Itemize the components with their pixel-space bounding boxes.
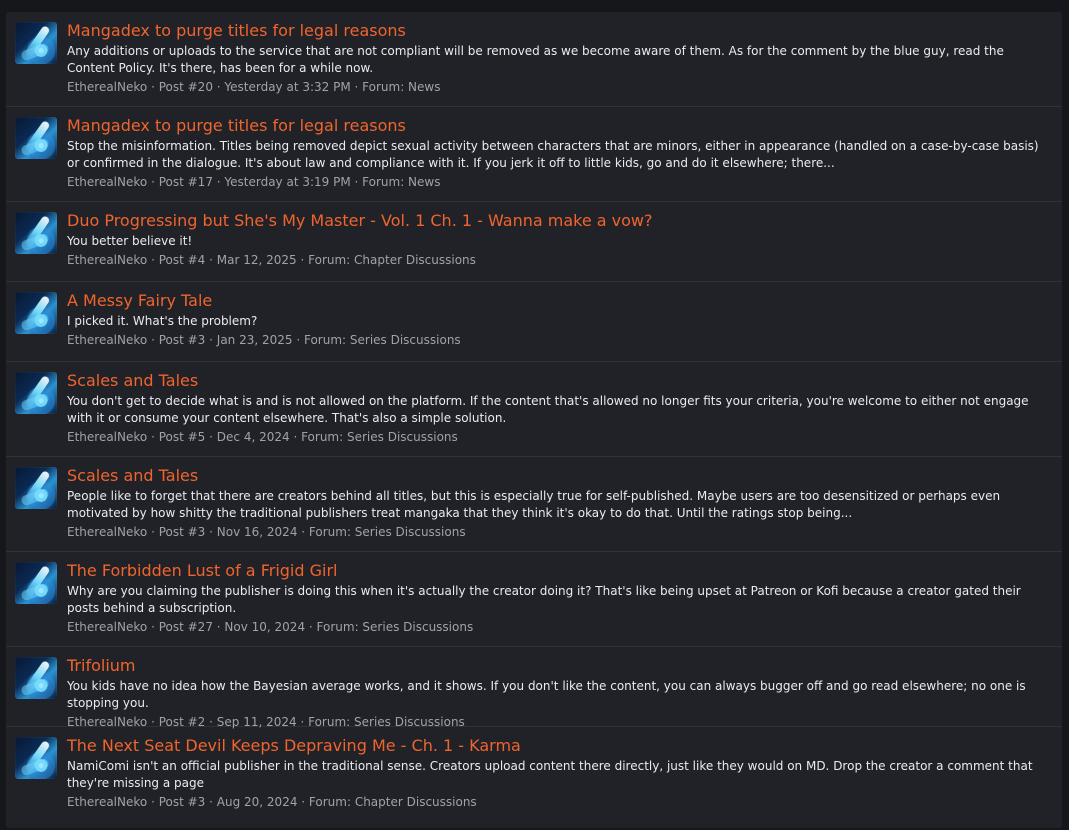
result-title[interactable]: Scales and Tales <box>67 466 1054 485</box>
author-name[interactable]: EtherealNeko <box>67 620 147 634</box>
result-meta: EtherealNeko · Post #5 · Dec 4, 2024 · F… <box>67 430 458 444</box>
post-date[interactable]: Mar 12, 2025 <box>217 253 297 267</box>
result-snippet: You kids have no idea how the Bayesian a… <box>67 679 1026 710</box>
result-content: Mangadex to purge titles for legal reaso… <box>67 21 1054 95</box>
result-8: Trifolium You kids have no idea how the … <box>6 647 1062 730</box>
post-date[interactable]: Yesterday at 3:19 PM <box>224 175 350 189</box>
result-7: The Forbidden Lust of a Frigid Girl Why … <box>6 552 1062 647</box>
forum-name[interactable]: Forum: News <box>362 175 440 189</box>
forum-name[interactable]: Forum: Series Discussions <box>304 333 461 347</box>
avatar[interactable] <box>15 562 57 604</box>
result-snippet: You better believe it! <box>67 234 193 248</box>
post-number[interactable]: Post #4 <box>159 253 206 267</box>
avatar[interactable] <box>15 467 57 509</box>
post-number[interactable]: Post #27 <box>159 620 213 634</box>
result-snippet: I picked it. What's the problem? <box>67 314 258 328</box>
post-number[interactable]: Post #5 <box>159 430 206 444</box>
result-title[interactable]: The Next Seat Devil Keeps Depraving Me -… <box>67 736 1054 755</box>
result-content: Duo Progressing but She's My Master - Vo… <box>67 211 1054 268</box>
result-meta: EtherealNeko · Post #17 · Yesterday at 3… <box>67 175 441 189</box>
avatar[interactable] <box>15 292 57 334</box>
post-number[interactable]: Post #3 <box>159 795 206 809</box>
post-date[interactable]: Jan 23, 2025 <box>217 333 293 347</box>
avatar[interactable] <box>15 22 57 64</box>
author-name[interactable]: EtherealNeko <box>67 333 147 347</box>
result-2: Mangadex to purge titles for legal reaso… <box>6 107 1062 202</box>
post-number[interactable]: Post #20 <box>159 80 213 94</box>
result-snippet: NamiComi isn't an official publisher in … <box>67 759 1033 790</box>
result-meta: EtherealNeko · Post #20 · Yesterday at 3… <box>67 80 441 94</box>
post-date[interactable]: Dec 4, 2024 <box>217 430 290 444</box>
avatar[interactable] <box>15 737 57 779</box>
result-title[interactable]: Scales and Tales <box>67 371 1054 390</box>
author-name[interactable]: EtherealNeko <box>67 525 147 539</box>
result-title[interactable]: Trifolium <box>67 656 1054 675</box>
result-snippet: You don't get to decide what is and is n… <box>67 394 1029 425</box>
post-number[interactable]: Post #17 <box>159 175 213 189</box>
post-number[interactable]: Post #3 <box>159 333 206 347</box>
avatar[interactable] <box>15 212 57 254</box>
forum-name[interactable]: Forum: Chapter Discussions <box>308 253 476 267</box>
avatar[interactable] <box>15 372 57 414</box>
result-content: Scales and Tales People like to forget t… <box>67 466 1054 540</box>
result-title[interactable]: The Forbidden Lust of a Frigid Girl <box>67 561 1054 580</box>
result-title[interactable]: Mangadex to purge titles for legal reaso… <box>67 21 1054 40</box>
forum-name[interactable]: Forum: Series Discussions <box>301 430 458 444</box>
result-3: Duo Progressing but She's My Master - Vo… <box>6 202 1062 282</box>
post-date[interactable]: Nov 10, 2024 <box>224 620 305 634</box>
result-meta: EtherealNeko · Post #3 · Nov 16, 2024 · … <box>67 525 466 539</box>
post-date[interactable]: Yesterday at 3:32 PM <box>224 80 350 94</box>
result-content: Trifolium You kids have no idea how the … <box>67 656 1054 730</box>
author-name[interactable]: EtherealNeko <box>67 430 147 444</box>
result-9: The Next Seat Devil Keeps Depraving Me -… <box>6 727 1062 822</box>
result-5: Scales and Tales You don't get to decide… <box>6 362 1062 457</box>
post-date[interactable]: Nov 16, 2024 <box>217 525 298 539</box>
avatar[interactable] <box>15 117 57 159</box>
author-name[interactable]: EtherealNeko <box>67 80 147 94</box>
forum-name[interactable]: Forum: Series Discussions <box>309 525 466 539</box>
result-content: The Forbidden Lust of a Frigid Girl Why … <box>67 561 1054 635</box>
result-title[interactable]: Mangadex to purge titles for legal reaso… <box>67 116 1054 135</box>
result-meta: EtherealNeko · Post #3 · Jan 23, 2025 · … <box>67 333 461 347</box>
result-content: The Next Seat Devil Keeps Depraving Me -… <box>67 736 1054 810</box>
result-snippet: People like to forget that there are cre… <box>67 489 1001 520</box>
result-4: A Messy Fairy Tale I picked it. What's t… <box>6 282 1062 362</box>
author-name[interactable]: EtherealNeko <box>67 795 147 809</box>
avatar[interactable] <box>15 657 57 699</box>
result-snippet: Any additions or uploads to the service … <box>67 44 1004 75</box>
author-name[interactable]: EtherealNeko <box>67 175 147 189</box>
result-title[interactable]: A Messy Fairy Tale <box>67 291 1054 310</box>
result-1: Mangadex to purge titles for legal reaso… <box>6 12 1062 107</box>
result-content: Scales and Tales You don't get to decide… <box>67 371 1054 445</box>
result-snippet: Why are you claiming the publisher is do… <box>67 584 1021 615</box>
forum-name[interactable]: Forum: News <box>362 80 440 94</box>
result-meta: EtherealNeko · Post #4 · Mar 12, 2025 · … <box>67 253 476 267</box>
result-6: Scales and Tales People like to forget t… <box>6 457 1062 552</box>
result-content: Mangadex to purge titles for legal reaso… <box>67 116 1054 190</box>
result-meta: EtherealNeko · Post #27 · Nov 10, 2024 ·… <box>67 620 474 634</box>
result-content: A Messy Fairy Tale I picked it. What's t… <box>67 291 1054 348</box>
post-number[interactable]: Post #3 <box>159 525 206 539</box>
forum-name[interactable]: Forum: Chapter Discussions <box>309 795 477 809</box>
result-title[interactable]: Duo Progressing but She's My Master - Vo… <box>67 211 1054 230</box>
forum-name[interactable]: Forum: Series Discussions <box>317 620 474 634</box>
post-date[interactable]: Aug 20, 2024 <box>217 795 298 809</box>
result-snippet: Stop the misinformation. Titles being re… <box>67 139 1039 170</box>
search-results-panel: Mangadex to purge titles for legal reaso… <box>6 12 1062 828</box>
result-meta: EtherealNeko · Post #3 · Aug 20, 2024 · … <box>67 795 477 809</box>
author-name[interactable]: EtherealNeko <box>67 253 147 267</box>
